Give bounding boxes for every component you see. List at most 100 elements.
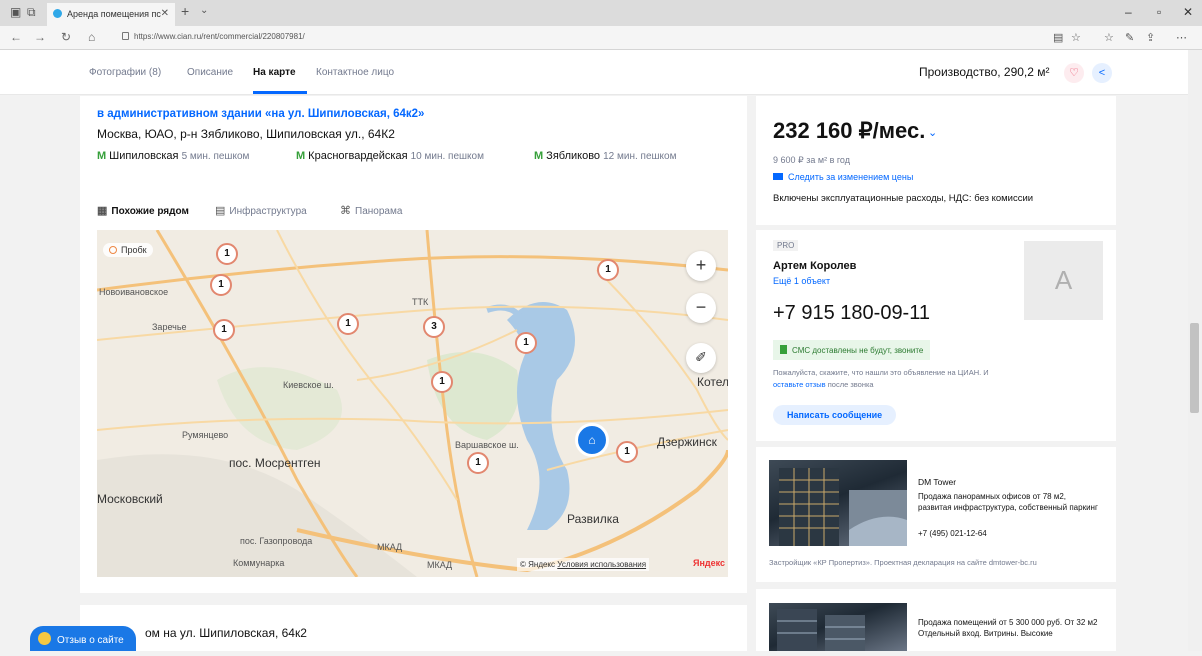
tab-similar-nearby[interactable]: ▦ Похожие рядом xyxy=(97,204,189,217)
heart-icon[interactable]: ♡ xyxy=(1064,63,1084,83)
browser-tab[interactable]: Аренда помещения пс ✕ xyxy=(47,3,175,26)
map-view[interactable]: Пробк Новоивановское Заречье Румянцево п… xyxy=(97,230,728,577)
feedback-button[interactable]: Отзыв о сайте xyxy=(30,626,136,651)
url-field[interactable]: https://www.cian.ru/rent/commercial/2208… xyxy=(122,32,305,41)
map-marker[interactable]: 1 xyxy=(616,441,638,463)
panorama-icon: ⌘ xyxy=(340,205,351,217)
metro-icon: M xyxy=(534,150,544,162)
follow-price-link[interactable]: Следить за изменением цены xyxy=(773,172,913,182)
map-label: Киевское ш. xyxy=(283,380,334,390)
nav-map[interactable]: На карте xyxy=(253,67,296,78)
map-marker[interactable]: 1 xyxy=(431,371,453,393)
map-marker[interactable]: 1 xyxy=(216,243,238,265)
pen-icon[interactable]: ✎ xyxy=(1125,31,1134,44)
ad-phone[interactable]: +7 (495) 021-12-64 xyxy=(918,529,987,538)
yandex-logo: Яндекс xyxy=(693,558,726,568)
ruler-icon[interactable]: ✐ xyxy=(686,343,716,373)
minimize-icon[interactable]: – xyxy=(1125,5,1132,19)
tab-panorama[interactable]: ⌘ Панорама xyxy=(340,204,402,217)
reading-view-icon[interactable]: ▤ xyxy=(1053,31,1063,44)
leave-review-link[interactable]: оставьте отзыв xyxy=(773,380,826,389)
building-icon: ▤ xyxy=(215,205,226,217)
traffic-icon xyxy=(109,246,117,254)
share-icon[interactable]: < xyxy=(1092,63,1112,83)
object-title: Производство, 290,2 м² xyxy=(919,65,1050,79)
price-per-sqm: 9 600 ₽ за м² в год xyxy=(773,155,850,165)
favorite-star-icon[interactable]: ☆ xyxy=(1071,31,1081,44)
building-link[interactable]: в административном здании «на ул. Шипило… xyxy=(97,108,424,120)
ad-description: Продажа помещений от 5 300 000 руб. От 3… xyxy=(918,618,1098,638)
traffic-toggle[interactable]: Пробк xyxy=(103,243,153,257)
map-marker[interactable]: 1 xyxy=(337,313,359,335)
ad-title[interactable]: DM Tower xyxy=(918,477,956,487)
avatar: А xyxy=(1024,241,1103,320)
map-marker[interactable]: 1 xyxy=(213,319,235,341)
back-icon[interactable]: ← xyxy=(10,30,22,44)
building-photo xyxy=(779,468,907,546)
map-label: МКАД xyxy=(427,560,453,570)
close-tab-icon[interactable]: ✕ xyxy=(161,8,169,19)
favorites-list-icon[interactable]: ☆ xyxy=(1104,31,1114,44)
map-label: Московский xyxy=(97,492,163,506)
pro-badge: PRO xyxy=(773,240,799,251)
tab-preview-icon[interactable]: ⧉ xyxy=(27,5,36,20)
chevron-down-icon[interactable]: ⌄ xyxy=(928,126,937,139)
scrollbar-thumb[interactable] xyxy=(1190,323,1199,413)
zoom-out-button[interactable]: − xyxy=(686,293,716,323)
ad-image[interactable] xyxy=(769,460,907,546)
map-label: Котельн xyxy=(697,375,728,389)
forward-icon[interactable]: → xyxy=(34,30,46,44)
current-object-marker[interactable]: ⌂ xyxy=(575,423,609,457)
nav-contact[interactable]: Контактное лицо xyxy=(316,67,394,78)
refresh-icon[interactable]: ↻ xyxy=(61,30,71,44)
map-label: Коммунарка xyxy=(233,558,285,568)
zoom-in-button[interactable]: + xyxy=(686,251,716,281)
map-marker[interactable]: 1 xyxy=(210,274,232,296)
map-copyright: © Яндекс Условия использования xyxy=(517,558,650,571)
home-icon[interactable]: ⌂ xyxy=(88,30,95,44)
lock-icon xyxy=(122,32,129,40)
close-window-icon[interactable]: ✕ xyxy=(1183,5,1193,19)
nav-photos[interactable]: Фотографии (8) xyxy=(89,67,161,78)
metro-icon: M xyxy=(296,150,306,162)
ad-description: Продажа панорамных офисов от 78 м2, разв… xyxy=(918,492,1098,512)
metro-item: M Красногвардейская 10 мин. пешком xyxy=(296,150,484,162)
chevron-down-icon[interactable]: ⌄ xyxy=(200,5,208,16)
metro-icon: M xyxy=(97,150,107,162)
ad-image[interactable] xyxy=(769,603,907,651)
full-address: Москва, ЮАО, р-н Зябликово, Шипиловская … xyxy=(97,127,395,141)
map-label: Заречье xyxy=(152,322,187,332)
mail-icon xyxy=(773,173,783,180)
smile-icon xyxy=(38,632,51,645)
map-label: пос. Мосрентген xyxy=(229,456,321,470)
metro-item: M Зябликово 12 мин. пешком xyxy=(534,150,677,162)
share-icon[interactable]: ⇪ xyxy=(1146,31,1155,44)
map-label: Новоивановское xyxy=(99,287,169,297)
metro-item: M Шипиловская 5 мин. пешком xyxy=(97,150,250,162)
terms-link[interactable]: Условия использования xyxy=(557,560,646,569)
map-marker[interactable]: 1 xyxy=(515,332,537,354)
nav-description[interactable]: Описание xyxy=(187,67,233,78)
included-terms: Включены эксплуатационные расходы, НДС: … xyxy=(773,193,1034,204)
tab-actions-icon[interactable]: ▣ xyxy=(10,5,21,19)
map-label: Развилка xyxy=(567,512,619,526)
cian-favicon-icon xyxy=(53,9,62,18)
maximize-icon[interactable]: ▫ xyxy=(1157,5,1161,19)
map-label: ТТК xyxy=(412,297,429,307)
map-marker[interactable]: 3 xyxy=(423,316,445,338)
sms-note: СМС доставлены не будут, звоните xyxy=(773,340,931,360)
more-icon[interactable]: ⋯ xyxy=(1176,31,1187,44)
map-marker[interactable]: 1 xyxy=(597,259,619,281)
map-label: Румянцево xyxy=(182,430,229,440)
write-message-button[interactable]: Написать сообщение xyxy=(773,405,897,425)
map-marker[interactable]: 1 xyxy=(467,452,489,474)
new-tab-icon[interactable]: + xyxy=(181,3,189,19)
browser-address-bar: ← → ↻ ⌂ https://www.cian.ru/rent/commerc… xyxy=(0,26,1202,50)
agent-more-link[interactable]: Ещё 1 объект xyxy=(773,276,830,286)
browser-tabbar: ▣ ⧉ Аренда помещения пс ✕ + ⌄ – ▫ ✕ xyxy=(0,0,1202,26)
phone-number[interactable]: +7 915 180-09-11 xyxy=(773,302,930,325)
phone-icon xyxy=(780,345,787,354)
tab-infrastructure[interactable]: ▤ Инфраструктура xyxy=(215,204,307,217)
agent-name[interactable]: Артем Королев xyxy=(773,260,856,272)
map-label: МКАД xyxy=(377,542,403,552)
